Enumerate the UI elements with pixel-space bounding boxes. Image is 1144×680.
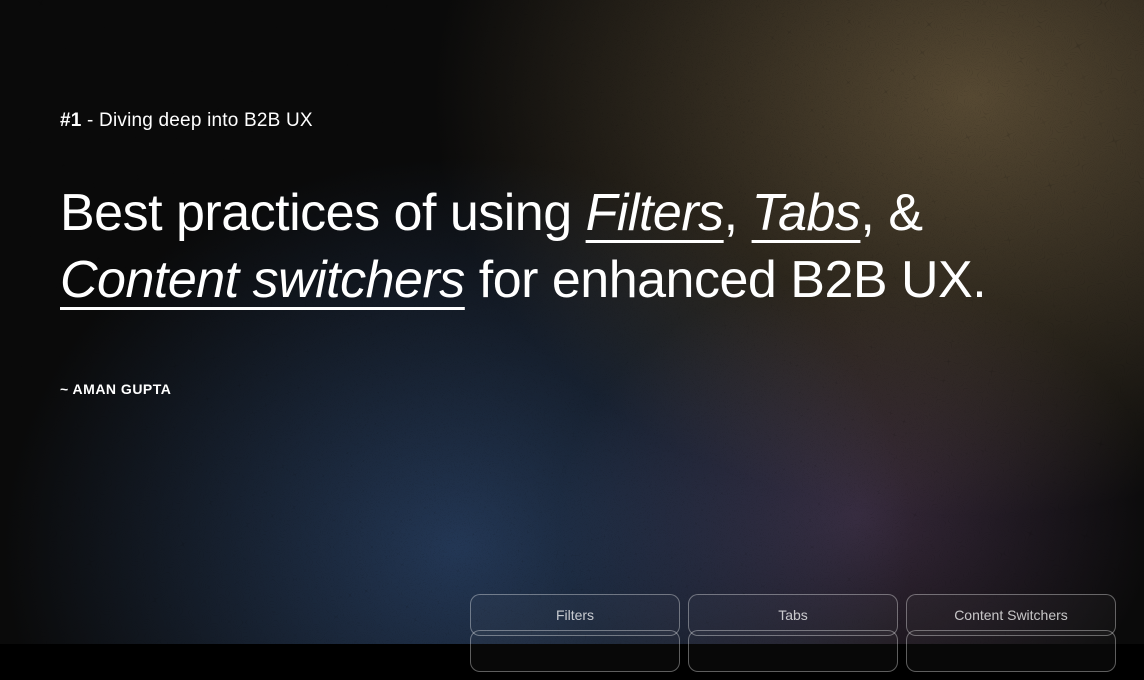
eyebrow-number: #1 xyxy=(60,110,82,131)
tab-partial-1[interactable] xyxy=(470,630,680,672)
tab-label: Content Switchers xyxy=(954,607,1068,623)
title-emphasis-tabs: Tabs xyxy=(752,184,861,242)
title-part-2: , xyxy=(724,184,752,242)
author-byline: ~ AMAN GUPTA xyxy=(60,381,1084,397)
title-part-3: , & xyxy=(860,184,922,242)
page-title: Best practices of using Filters, Tabs, &… xyxy=(60,180,1080,313)
title-part-4: for enhanced B2B UX. xyxy=(465,251,986,309)
tab-label: Filters xyxy=(556,607,594,623)
eyebrow-text: Diving deep into B2B UX xyxy=(99,110,313,131)
title-emphasis-content-switchers: Content switchers xyxy=(60,251,465,309)
tab-partial-2[interactable] xyxy=(688,630,898,672)
eyebrow-separator: - xyxy=(82,110,100,131)
tab-label: Tabs xyxy=(778,607,808,623)
eyebrow-line: #1 - Diving deep into B2B UX xyxy=(60,110,1084,132)
title-part-1: Best practices of using xyxy=(60,184,586,242)
tabs-row-partial xyxy=(470,630,1116,680)
tab-partial-3[interactable] xyxy=(906,630,1116,672)
title-emphasis-filters: Filters xyxy=(586,184,724,242)
